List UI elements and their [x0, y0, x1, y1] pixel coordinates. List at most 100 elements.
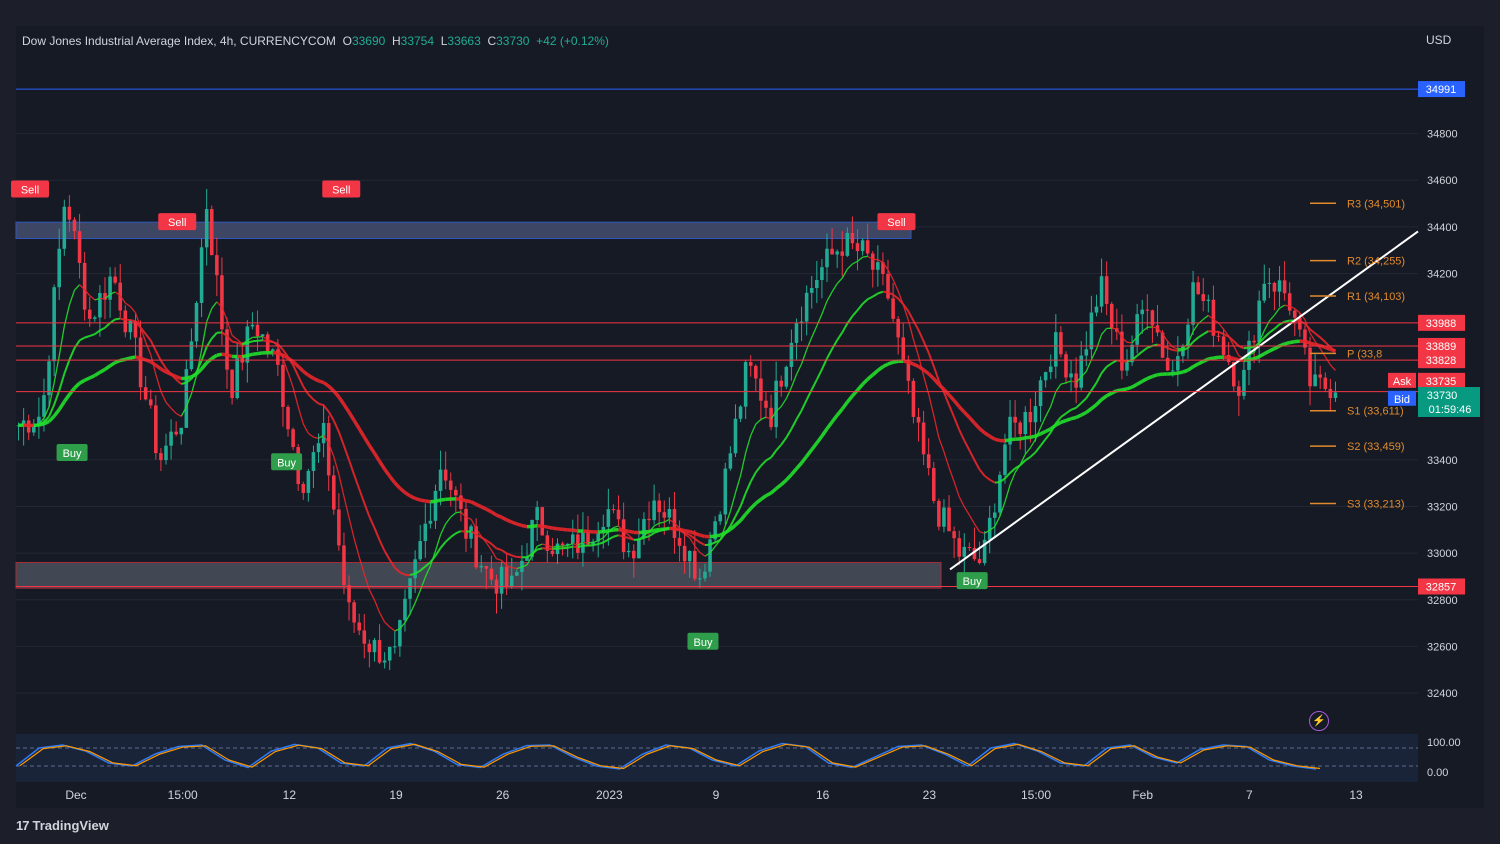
ema-slow-segment [1213, 355, 1219, 360]
ema-mid-segment [1172, 349, 1178, 352]
ema-slow-segment [1329, 347, 1337, 353]
ema-slow-segment [485, 507, 493, 514]
candle-body [499, 566, 504, 594]
ema-fast-segment [872, 258, 878, 261]
candle-body [443, 469, 448, 481]
x-tick-label: 2023 [596, 788, 623, 802]
ema-slow-segment [714, 533, 721, 538]
candle-body [850, 232, 855, 244]
signal-label: Sell [332, 185, 350, 197]
ema-mid-segment [1284, 319, 1290, 323]
candle-body [855, 243, 860, 252]
ema-slow-segment [552, 526, 558, 531]
candle-body [230, 369, 234, 399]
candle-body [662, 512, 667, 518]
candle-body [342, 545, 346, 586]
candle-body [1206, 299, 1211, 302]
candle-body [825, 248, 829, 268]
ema-slow-segment [719, 531, 727, 537]
ema-slow-segment [572, 528, 579, 533]
ema-slow-segment [1197, 359, 1205, 366]
candle-body [1038, 380, 1043, 407]
candle-body [347, 585, 351, 603]
symbol-title: Dow Jones Industrial Average Index, 4h, … [22, 34, 336, 48]
ema-slow-segment [994, 437, 1001, 443]
candle-body [1272, 282, 1277, 292]
pivot-label: S3 (33,213) [1347, 499, 1404, 511]
ema-slow-segment [623, 528, 629, 534]
candle-body [870, 253, 875, 270]
candle-body [148, 399, 153, 406]
candle-body [865, 240, 870, 254]
candle-body [1191, 282, 1195, 325]
candle-body [403, 598, 407, 621]
ema-fast-segment [455, 511, 462, 514]
ema-slow-segment [546, 525, 553, 530]
candle-body [362, 630, 367, 644]
ema-slow-segment [903, 359, 909, 364]
candle-body [647, 518, 651, 521]
candle-body [1094, 306, 1099, 313]
ema-slow-segment [1126, 385, 1133, 391]
currency-label[interactable]: USD [1426, 33, 1451, 47]
high-value: 33754 [400, 34, 435, 48]
y-tick-label: 34400 [1427, 222, 1458, 234]
candle-body [728, 453, 733, 469]
chart-canvas[interactable]: 349913398833889338283369332857R3 (34,501… [0, 0, 1500, 844]
signal-label: Buy [963, 576, 982, 588]
ema-slow-segment [414, 496, 421, 502]
ema-slow-segment [425, 499, 431, 504]
ema-slow-segment [1004, 438, 1011, 443]
candle-body [138, 337, 143, 388]
candle-body [52, 287, 56, 362]
oscillator-tick-label: 0.00 [1427, 767, 1448, 779]
signal-label: Buy [63, 448, 82, 460]
candle-body [931, 468, 936, 501]
candle-body [1318, 374, 1322, 378]
pivot-label: S1 (33,611) [1347, 406, 1404, 418]
candle-body [942, 507, 946, 527]
candle-body [413, 559, 417, 579]
candle-body [637, 538, 641, 559]
ema-slow-segment [495, 513, 503, 519]
candle-body [718, 514, 722, 522]
candle-body [759, 378, 763, 401]
candle-body [316, 443, 321, 453]
candle-body [260, 334, 265, 337]
ema-slow-segment [460, 497, 467, 503]
pivot-label: R1 (34,103) [1347, 291, 1405, 303]
candle-body [372, 640, 377, 653]
candle-body [1003, 444, 1007, 475]
candle-body [1135, 314, 1139, 345]
lightning-icon[interactable]: ⚡ [1309, 711, 1329, 731]
candle-body [47, 361, 51, 396]
ema-slow-segment [1324, 345, 1332, 352]
ema-slow-segment [1177, 370, 1184, 375]
candle-body [1140, 309, 1145, 315]
ema-slow-segment [241, 353, 248, 359]
tradingview-logo[interactable]: 17 TradingView [16, 818, 109, 833]
candle-body [804, 292, 809, 322]
ema-slow-segment [135, 355, 141, 360]
candle-body [876, 262, 880, 270]
candle-body [1313, 374, 1317, 387]
candle-body [1145, 309, 1150, 311]
candle-body [393, 646, 397, 648]
candle-body [87, 309, 92, 319]
candle-body [606, 509, 611, 527]
candle-body [1303, 329, 1307, 348]
candle-body [387, 646, 392, 661]
ema-slow-segment [252, 351, 258, 357]
ema-slow-segment [1075, 413, 1082, 420]
signal-label: Sell [887, 217, 905, 229]
candle-body [540, 507, 545, 536]
tv-logo-icon: 17 [16, 818, 30, 833]
candle-body [652, 500, 656, 521]
ema-slow-segment [480, 505, 488, 511]
ema-slow-segment [1029, 434, 1036, 439]
candle-body [489, 568, 494, 580]
y-tick-label: 32800 [1427, 595, 1458, 607]
candle-body [357, 622, 361, 631]
ema-slow-segment [1284, 340, 1291, 346]
ema-slow-segment [1044, 427, 1052, 434]
